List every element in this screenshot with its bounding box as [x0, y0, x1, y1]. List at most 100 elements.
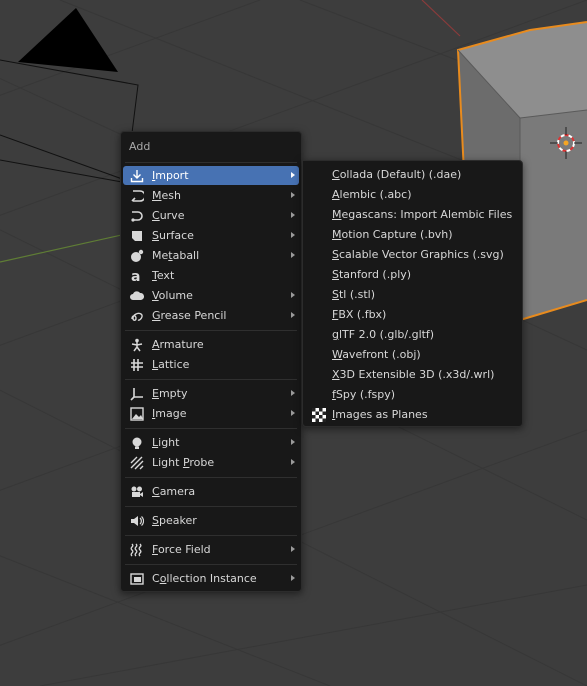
import-item-label: glTF 2.0 (.glb/.gltf): [332, 328, 435, 341]
submenu-arrow-icon: [291, 312, 295, 318]
collection-instance-icon: [129, 571, 145, 587]
import-item-stl-stl[interactable]: Stl (.stl): [305, 285, 520, 304]
menu-item-label: Armature: [152, 338, 204, 351]
force-field-icon: [129, 542, 145, 558]
separator: [125, 477, 297, 478]
menu-item-speaker[interactable]: Speaker: [123, 511, 299, 530]
import-item-label: Wavefront (.obj): [332, 348, 421, 361]
menu-item-label: Text: [152, 269, 175, 282]
menu-item-label: Import: [152, 169, 189, 182]
import-item-megascans-import-alembic-files[interactable]: Megascans: Import Alembic Files: [305, 205, 520, 224]
import-item-fbx-fbx[interactable]: FBX (.fbx): [305, 305, 520, 324]
submenu-arrow-icon: [291, 252, 295, 258]
menu-item-image[interactable]: Image: [123, 404, 299, 423]
surface-icon: [129, 228, 145, 244]
import-item-images-as-planes[interactable]: Images as Planes: [305, 405, 520, 424]
mesh-icon: [129, 188, 145, 204]
submenu-arrow-icon: [291, 232, 295, 238]
submenu-arrow-icon: [291, 212, 295, 218]
volume-icon: [129, 288, 145, 304]
separator: [125, 535, 297, 536]
menu-item-volume[interactable]: Volume: [123, 286, 299, 305]
import-item-label: FBX (.fbx): [332, 308, 387, 321]
menu-item-light-probe[interactable]: Light Probe: [123, 453, 299, 472]
menu-item-surface[interactable]: Surface: [123, 226, 299, 245]
import-item-wavefront-obj[interactable]: Wavefront (.obj): [305, 345, 520, 364]
import-item-label: Collada (Default) (.dae): [332, 168, 462, 181]
submenu-arrow-icon: [291, 439, 295, 445]
separator: [125, 506, 297, 507]
submenu-arrow-icon: [291, 575, 295, 581]
submenu-arrow-icon: [291, 546, 295, 552]
menu-item-lattice[interactable]: Lattice: [123, 355, 299, 374]
import-item-label: Scalable Vector Graphics (.svg): [332, 248, 504, 261]
metaball-icon: [129, 248, 145, 264]
submenu-arrow-icon: [291, 192, 295, 198]
camera-object[interactable]: [0, 8, 139, 183]
import-item-label: Stanford (.ply): [332, 268, 412, 281]
import-item-label: X3D Extensible 3D (.x3d/.wrl): [332, 368, 495, 381]
submenu-arrow-icon: [291, 390, 295, 396]
add-menu: Add Import Mesh Curve Surface Metaball a Text V…: [120, 131, 302, 592]
import-item-collada-default-dae[interactable]: Collada (Default) (.dae): [305, 165, 520, 184]
import-item-label: fSpy (.fspy): [332, 388, 396, 401]
menu-item-mesh[interactable]: Mesh: [123, 186, 299, 205]
menu-item-label: Mesh: [152, 189, 181, 202]
import-item-label: Stl (.stl): [332, 288, 376, 301]
lattice-icon: [129, 357, 145, 373]
menu-item-label: Light Probe: [152, 456, 215, 469]
grease-pencil-icon: [129, 308, 145, 324]
menu-item-label: Force Field: [152, 543, 211, 556]
menu-item-collection-instance[interactable]: Collection Instance: [123, 569, 299, 588]
submenu-arrow-icon: [291, 459, 295, 465]
separator: [125, 564, 297, 565]
menu-item-import[interactable]: Import: [123, 166, 299, 185]
import-item-gltf-2-0-glb-gltf[interactable]: glTF 2.0 (.glb/.gltf): [305, 325, 520, 344]
menu-item-label: Camera: [152, 485, 196, 498]
import-item-x3d-extensible-3d-x3d-wrl[interactable]: X3D Extensible 3D (.x3d/.wrl): [305, 365, 520, 384]
import-item-label: Images as Planes: [332, 408, 428, 421]
separator: [125, 330, 297, 331]
menu-item-grease-pencil[interactable]: Grease Pencil: [123, 306, 299, 325]
menu-item-curve[interactable]: Curve: [123, 206, 299, 225]
menu-item-empty[interactable]: Empty: [123, 384, 299, 403]
menu-item-force-field[interactable]: Force Field: [123, 540, 299, 559]
separator: [125, 379, 297, 380]
menu-item-armature[interactable]: Armature: [123, 335, 299, 354]
menu-item-label: Collection Instance: [152, 572, 257, 585]
menu-item-label: Curve: [152, 209, 185, 222]
camera-icon: [129, 484, 145, 500]
submenu-arrow-icon: [291, 292, 295, 298]
light-icon: [129, 435, 145, 451]
menu-item-label: Metaball: [152, 249, 200, 262]
import-item-scalable-vector-graphics-svg[interactable]: Scalable Vector Graphics (.svg): [305, 245, 520, 264]
curve-icon: [129, 208, 145, 224]
menu-item-label: Image: [152, 407, 187, 420]
import-icon: [129, 168, 145, 184]
import-submenu: Collada (Default) (.dae) Alembic (.abc) Me…: [302, 160, 523, 427]
menu-item-camera[interactable]: Camera: [123, 482, 299, 501]
import-item-label: Alembic (.abc): [332, 188, 412, 201]
menu-item-label: Light: [152, 436, 180, 449]
import-item-alembic-abc[interactable]: Alembic (.abc): [305, 185, 520, 204]
separator: [125, 162, 297, 163]
menu-item-label: Speaker: [152, 514, 197, 527]
submenu-arrow-icon: [291, 172, 295, 178]
menu-item-label: Grease Pencil: [152, 309, 227, 322]
x-axis-line: [421, 0, 461, 37]
import-item-stanford-ply[interactable]: Stanford (.ply): [305, 265, 520, 284]
menu-item-label: Lattice: [152, 358, 190, 371]
menu-item-label: Surface: [152, 229, 194, 242]
menu-title: Add: [129, 140, 151, 153]
import-item-label: Motion Capture (.bvh): [332, 228, 453, 241]
checkerboard-icon: [311, 407, 327, 423]
import-item-label: Megascans: Import Alembic Files: [332, 208, 513, 221]
menu-item-text[interactable]: a Text: [123, 266, 299, 285]
light-probe-icon: [129, 455, 145, 471]
menu-item-metaball[interactable]: Metaball: [123, 246, 299, 265]
import-item-fspy-fspy[interactable]: fSpy (.fspy): [305, 385, 520, 404]
import-item-motion-capture-bvh[interactable]: Motion Capture (.bvh): [305, 225, 520, 244]
y-axis-line: [0, 231, 136, 263]
menu-item-light[interactable]: Light: [123, 433, 299, 452]
menu-item-label: Volume: [152, 289, 193, 302]
